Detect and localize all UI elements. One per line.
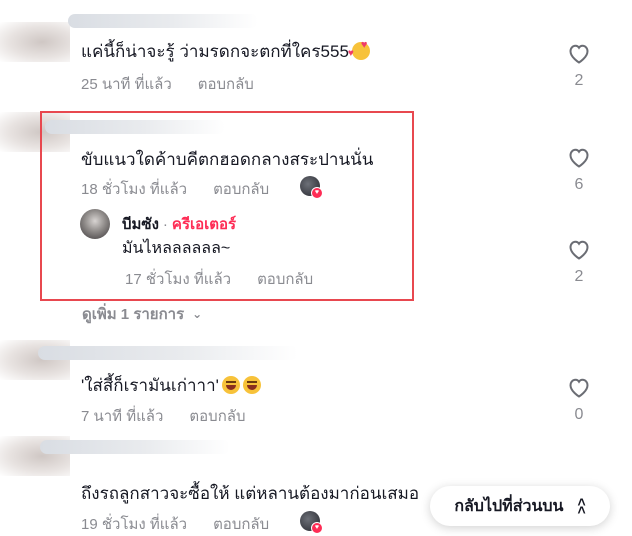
laughing-emoji-icon	[221, 376, 240, 394]
chevron-down-icon: ⌄	[192, 307, 203, 321]
comment-meta: 25 นาที ที่แล้ว ตอบกลับ	[81, 72, 254, 96]
smiling-hearts-emoji-icon	[348, 39, 370, 60]
comment-text: ขับแนวใดค้าบคีตกฮอดกลางสระปานนั่น	[81, 150, 374, 169]
heart-badge-icon: ♥	[311, 187, 323, 199]
heart-outline-icon	[569, 148, 589, 168]
reply-text: มันไหลลลลลล~	[122, 240, 231, 257]
comment-time: 19 ชั่วโมง ที่แล้ว	[81, 516, 188, 533]
comment-text: 'ใส่สี้ก็เรามันเก่าาา'	[81, 372, 261, 399]
reply-button[interactable]: ตอบกลับ	[213, 512, 269, 536]
comment-text: ถึงรถลูกสาวจะซื้อให้ แต่หลานต้องมาก่อนเส…	[81, 484, 420, 503]
reply-button[interactable]: ตอบกลับ	[189, 404, 245, 428]
reply-meta: 17 ชั่วโมง ที่แล้ว ตอบกลับ	[125, 267, 313, 291]
heart-outline-icon	[569, 378, 589, 398]
like-count: 0	[574, 406, 584, 423]
reply-time: 17 ชั่วโมง ที่แล้ว	[125, 271, 232, 288]
back-to-top-button[interactable]: กลับไปที่ส่วนบน ˄ ˄	[430, 486, 610, 526]
comment-meta: 7 นาที ที่แล้ว ตอบกลับ	[81, 404, 246, 428]
reply-button[interactable]: ตอบกลับ	[198, 72, 254, 96]
comment-author-name[interactable]	[40, 440, 230, 454]
heart-outline-icon	[569, 44, 589, 64]
like-button[interactable]: 6	[564, 146, 594, 194]
reply-author[interactable]: บีมซัง · ครีเอเตอร์	[122, 212, 236, 236]
like-count: 2	[574, 268, 584, 285]
separator: ·	[162, 216, 168, 233]
comment-time: 25 นาที ที่แล้ว	[81, 76, 172, 93]
heart-outline-icon	[569, 240, 589, 260]
reply-button[interactable]: ตอบกลับ	[257, 267, 313, 291]
comment-author-name[interactable]	[38, 346, 298, 360]
creator-liked-avatar: ♥	[300, 176, 323, 199]
comment-meta: 19 ชั่วโมง ที่แล้ว ตอบกลับ	[81, 512, 269, 536]
comment-text: แค่นี้ก็น่าจะรู้ ว่ามรดกจะตกที่ใคร555	[81, 38, 370, 65]
chevron-double-up-icon: ˄ ˄	[577, 494, 586, 518]
laughing-emoji-icon	[242, 376, 261, 394]
like-button[interactable]: 2	[564, 42, 594, 90]
like-count: 2	[574, 72, 584, 89]
view-more-replies[interactable]: ดูเพิ่ม 1 รายการ ⌄	[82, 302, 202, 326]
like-button[interactable]: 2	[564, 238, 594, 286]
view-more-label: ดูเพิ่ม 1 รายการ	[82, 306, 185, 323]
reply-avatar[interactable]	[80, 209, 110, 239]
like-count: 6	[574, 176, 584, 193]
heart-badge-icon: ♥	[311, 522, 323, 534]
comment-author-name[interactable]	[68, 14, 258, 28]
comment-time: 18 ชั่วโมง ที่แล้ว	[81, 181, 188, 198]
creator-badge: ครีเอเตอร์	[171, 216, 237, 233]
like-button[interactable]: 0	[564, 376, 594, 424]
back-to-top-label: กลับไปที่ส่วนบน	[454, 497, 564, 515]
reply-button[interactable]: ตอบกลับ	[213, 177, 269, 201]
comment-time: 7 นาที ที่แล้ว	[81, 408, 164, 425]
comment-meta: 18 ชั่วโมง ที่แล้ว ตอบกลับ	[81, 177, 269, 201]
reply-author-name[interactable]: บีมซัง	[122, 216, 159, 233]
comment-avatar[interactable]	[0, 22, 70, 62]
creator-liked-avatar: ♥	[300, 511, 323, 534]
